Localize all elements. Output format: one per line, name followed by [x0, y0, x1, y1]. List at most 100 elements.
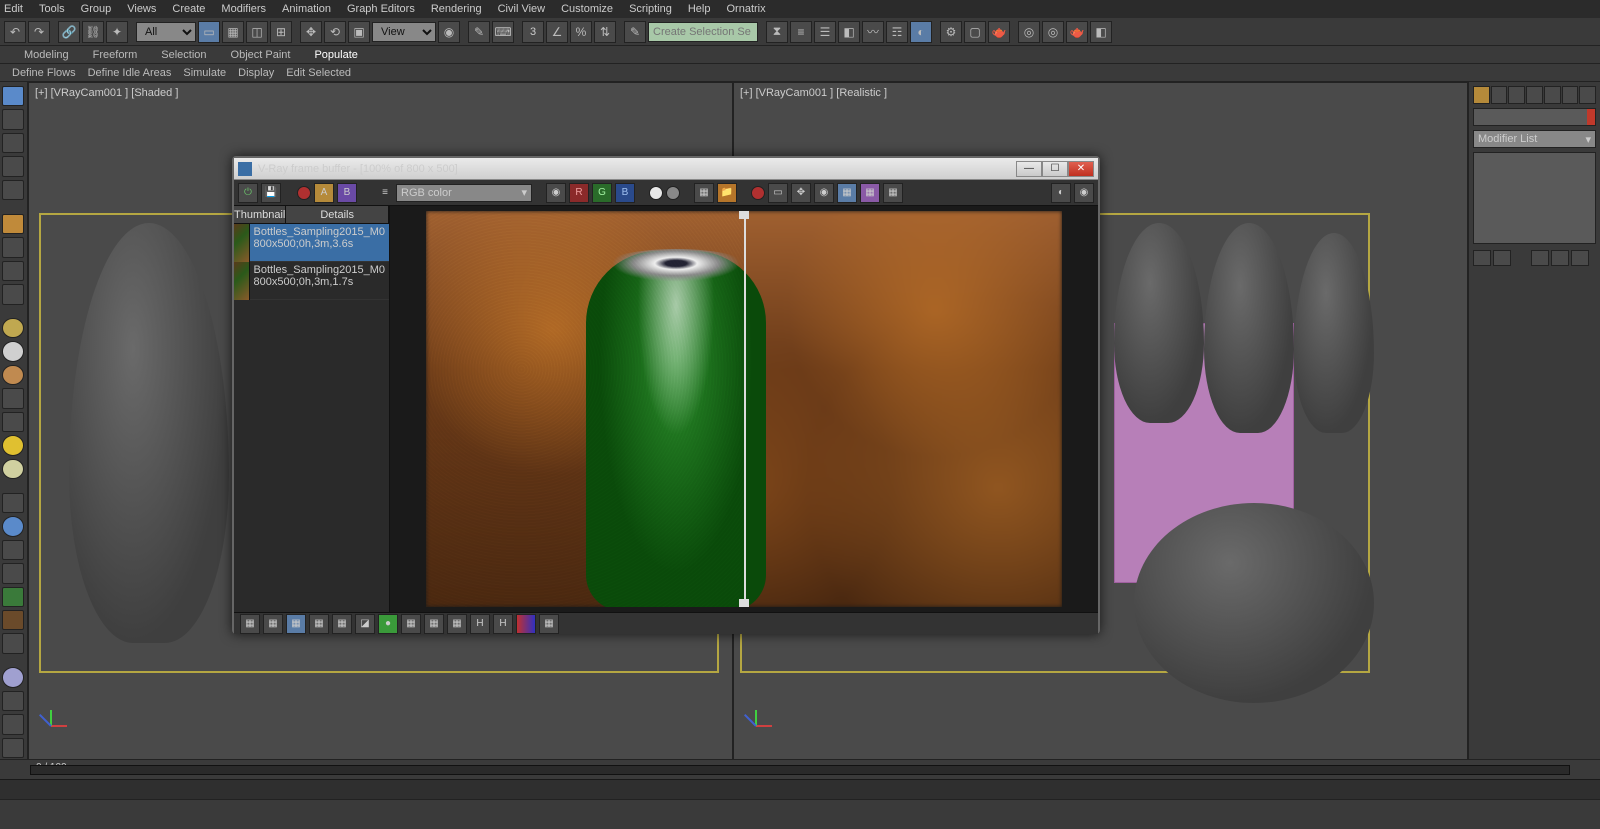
maximize-button[interactable]: ☐ — [1042, 161, 1068, 177]
menu-create[interactable]: Create — [172, 3, 205, 15]
time-slider[interactable]: 0 / 100 — [0, 759, 1600, 779]
select-object-button[interactable]: ▭ — [198, 21, 220, 43]
help-icon[interactable] — [2, 738, 24, 758]
tab-object-paint[interactable]: Object Paint — [231, 49, 291, 61]
vfb-foot-14-icon[interactable]: ▦ — [539, 614, 559, 634]
menu-tools[interactable]: Tools — [39, 3, 65, 15]
vray-dome-icon[interactable] — [2, 284, 24, 304]
menu-scripting[interactable]: Scripting — [629, 3, 672, 15]
compare-divider[interactable] — [744, 211, 746, 607]
vfb-foot-11-icon[interactable]: H — [470, 614, 490, 634]
angle-snap-button[interactable]: ∠ — [546, 21, 568, 43]
manipulate-button[interactable]: ✎ — [468, 21, 490, 43]
menu-help[interactable]: Help — [688, 3, 711, 15]
metaball-icon[interactable] — [2, 610, 24, 630]
menu-civil-view[interactable]: Civil View — [498, 3, 545, 15]
vfb-foot-2-icon[interactable]: ▦ — [263, 614, 283, 634]
vfb-foot-13-icon[interactable] — [516, 614, 536, 634]
vray-light-icon[interactable] — [2, 214, 24, 234]
vfb-vraylog-icon[interactable]: ◉ — [1074, 183, 1094, 203]
instancer-icon[interactable] — [2, 587, 24, 607]
sun-icon[interactable] — [2, 435, 24, 455]
modifier-list-dropdown[interactable]: Modifier List▾ — [1473, 130, 1596, 148]
sphere-orange-icon[interactable] — [2, 365, 24, 385]
vfb-menu-icon[interactable]: ≡ — [377, 183, 393, 203]
vfb-folder-icon[interactable]: 📁 — [717, 183, 737, 203]
menu-group[interactable]: Group — [81, 3, 112, 15]
vray-frame-buffer-window[interactable]: V-Ray frame buffer - [100% of 800 x 500]… — [232, 156, 1100, 634]
render-setup-button[interactable]: ⚙ — [940, 21, 962, 43]
select-by-name-button[interactable]: ▦ — [222, 21, 244, 43]
minimize-button[interactable]: — — [1016, 161, 1042, 177]
menu-rendering[interactable]: Rendering — [431, 3, 482, 15]
cone-icon[interactable] — [2, 412, 24, 432]
window-crossing-button[interactable]: ⊞ — [270, 21, 292, 43]
vfb-mono-white-icon[interactable] — [649, 186, 663, 200]
sub-edit-selected[interactable]: Edit Selected — [286, 67, 351, 79]
viewport-left-label[interactable]: [+] [VRayCam001 ] [Shaded ] — [35, 87, 178, 99]
bounding-icon[interactable] — [2, 633, 24, 653]
clipper-icon[interactable] — [2, 563, 24, 583]
utilities-tab[interactable] — [1562, 86, 1579, 104]
menu-graph-editors[interactable]: Graph Editors — [347, 3, 415, 15]
teapot-icon[interactable] — [2, 388, 24, 408]
vfb-lens-effects-icon[interactable]: ◉ — [814, 183, 834, 203]
time-slider-track[interactable] — [30, 765, 1570, 775]
vfb-pixel-info-icon[interactable]: ▦ — [883, 183, 903, 203]
vray-tool4-button[interactable]: ◧ — [1090, 21, 1112, 43]
material-editor-button[interactable]: ◐ — [910, 21, 932, 43]
menu-edit[interactable]: Edit — [4, 3, 23, 15]
vfb-foot-12-icon[interactable]: H — [493, 614, 513, 634]
undo-button[interactable]: ↶ — [4, 21, 26, 43]
vfb-foot-8-icon[interactable]: ▦ — [401, 614, 421, 634]
sub-simulate[interactable]: Simulate — [183, 67, 226, 79]
scale-button[interactable]: ▣ — [348, 21, 370, 43]
vfb-corrections-icon[interactable]: ▦ — [837, 183, 857, 203]
history-row[interactable]: Bottles_Sampling2015_M0 800x500;0h,3m,3.… — [234, 224, 389, 262]
show-end-result-button[interactable] — [1493, 250, 1511, 266]
vfb-image-area[interactable] — [390, 206, 1098, 612]
vray-tool2-button[interactable]: ◎ — [1042, 21, 1064, 43]
sphere-blue-icon[interactable] — [2, 667, 24, 687]
percent-snap-button[interactable]: % — [570, 21, 592, 43]
vfb-blue-channel-button[interactable]: B — [615, 183, 635, 203]
select-region-button[interactable]: ◫ — [246, 21, 268, 43]
tool-smooth-icon[interactable] — [2, 133, 24, 153]
keyboard-shortcut-button[interactable]: ⌨ — [492, 21, 514, 43]
vfb-region-icon[interactable]: ▭ — [768, 183, 788, 203]
vray-tool3-button[interactable]: 🫖 — [1066, 21, 1088, 43]
display-tab[interactable] — [1544, 86, 1561, 104]
vray-ies-icon[interactable] — [2, 237, 24, 257]
compare-handle-top[interactable] — [739, 211, 749, 219]
pin-stack-button[interactable] — [1473, 250, 1491, 266]
menu-ornatrix[interactable]: Ornatrix — [726, 3, 765, 15]
vfb-link-pdplayer-icon[interactable]: ◐ — [1051, 183, 1071, 203]
vfb-rgb-icon[interactable]: ◉ — [546, 183, 566, 203]
make-unique-button[interactable] — [1531, 250, 1549, 266]
viewport-right-label[interactable]: [+] [VRayCam001 ] [Realistic ] — [740, 87, 887, 99]
sub-define-flows[interactable]: Define Flows — [12, 67, 76, 79]
ref-coord-dropdown[interactable]: View — [372, 22, 436, 42]
menu-modifiers[interactable]: Modifiers — [221, 3, 266, 15]
sub-define-idle[interactable]: Define Idle Areas — [88, 67, 172, 79]
vfb-mono-gray-icon[interactable] — [666, 186, 680, 200]
vfb-clamp-icon[interactable]: ▦ — [694, 183, 714, 203]
align-button[interactable]: ≡ — [790, 21, 812, 43]
layers-button[interactable]: ☰ — [814, 21, 836, 43]
pivot-center-button[interactable]: ◉ — [438, 21, 460, 43]
motion-tab[interactable] — [1526, 86, 1543, 104]
schematic-button[interactable]: ☶ — [886, 21, 908, 43]
unlink-button[interactable]: ⛓ — [82, 21, 104, 43]
create-tab[interactable] — [1473, 86, 1490, 104]
vfb-foot-4-icon[interactable]: ▦ — [309, 614, 329, 634]
menu-animation[interactable]: Animation — [282, 3, 331, 15]
vfb-foot-1-icon[interactable]: ▦ — [240, 614, 260, 634]
edit-named-sel-button[interactable]: ✎ — [624, 21, 646, 43]
redo-button[interactable]: ↷ — [28, 21, 50, 43]
tab-modeling[interactable]: Modeling — [24, 49, 69, 61]
compare-handle-bottom[interactable] — [739, 599, 749, 607]
modifier-stack[interactable] — [1473, 152, 1596, 244]
rotate-button[interactable]: ⟲ — [324, 21, 346, 43]
object-name-input[interactable] — [1473, 108, 1596, 126]
vray-toolbar-icon[interactable] — [2, 86, 24, 106]
